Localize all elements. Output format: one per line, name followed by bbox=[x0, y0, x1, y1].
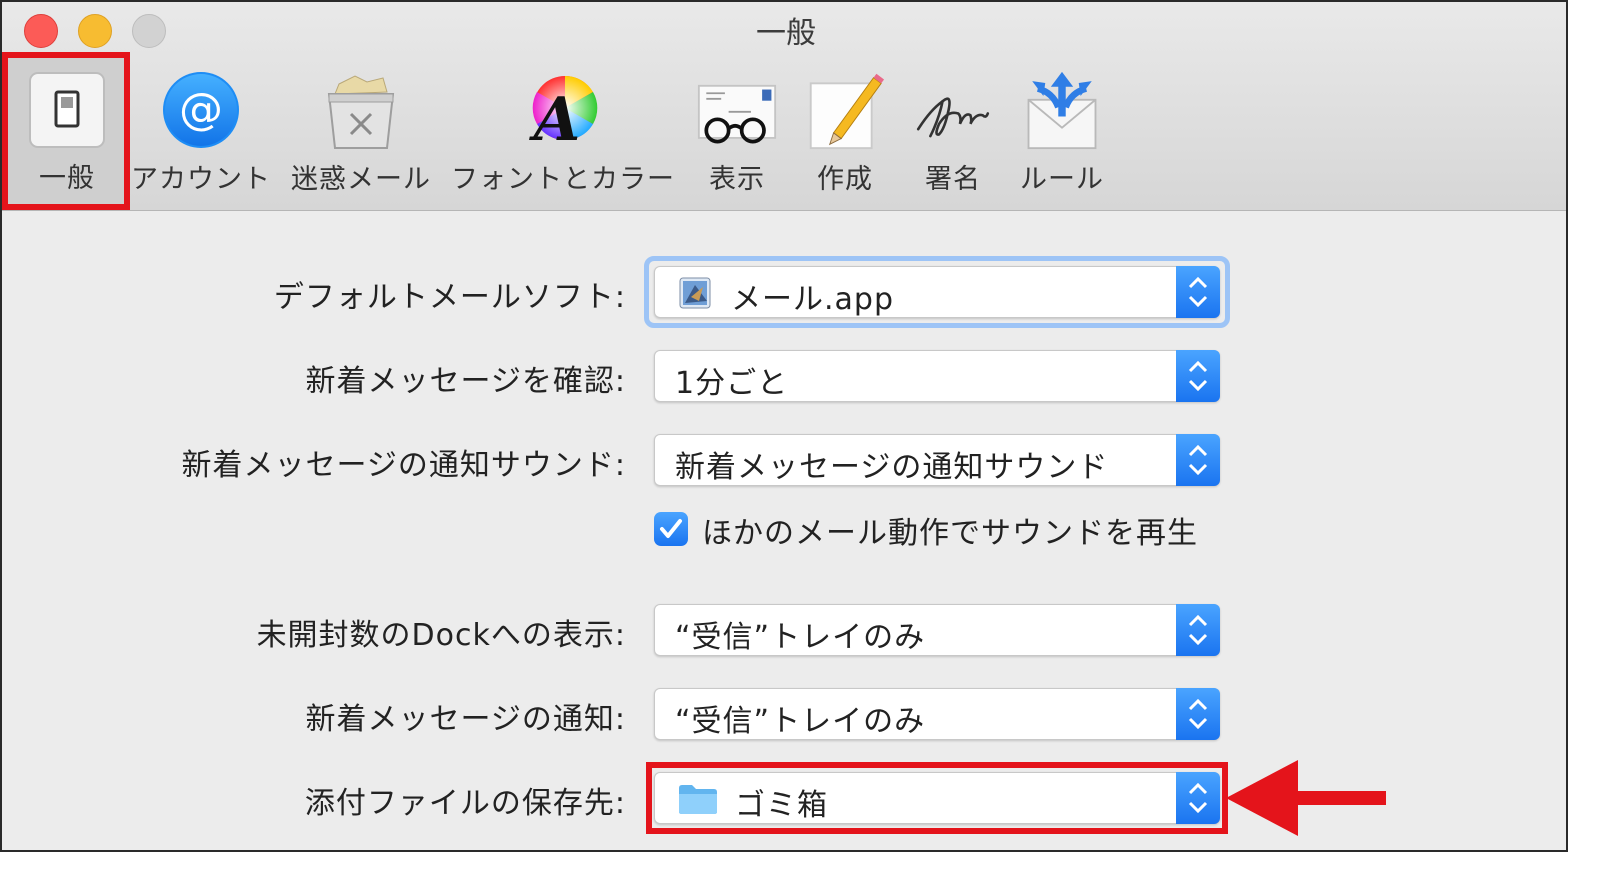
tab-junk-mail[interactable]: 迷惑メール bbox=[288, 62, 434, 202]
notifications-popup[interactable]: “受信”トレイのみ bbox=[654, 688, 1220, 740]
sound-label: 新着メッセージの通知サウンド: bbox=[181, 448, 626, 483]
red-arrow-annotation bbox=[1226, 760, 1386, 836]
play-sounds-checkbox[interactable] bbox=[654, 512, 688, 546]
default-mail-value: メール.app bbox=[731, 282, 895, 317]
tab-junk-mail-label: 迷惑メール bbox=[291, 164, 431, 195]
tab-composing-label: 作成 bbox=[817, 164, 873, 195]
check-new-value: 1分ごと bbox=[675, 366, 789, 401]
tab-fonts-colors[interactable]: A フォントとカラー bbox=[450, 62, 676, 202]
popup-stepper bbox=[1176, 604, 1220, 656]
window-title: 一般 bbox=[756, 16, 816, 51]
tab-accounts-label: アカウント bbox=[131, 164, 271, 195]
chevron-updown-icon bbox=[1188, 276, 1208, 308]
signature-icon bbox=[916, 97, 990, 138]
chevron-updown-icon bbox=[1188, 360, 1208, 392]
popup-stepper bbox=[1176, 350, 1220, 402]
dock-unread-popup[interactable]: “受信”トレイのみ bbox=[654, 604, 1220, 656]
tab-signatures[interactable]: 署名 bbox=[906, 62, 1000, 202]
tab-composing[interactable]: 作成 bbox=[798, 62, 892, 202]
highlight-box-downloads bbox=[646, 762, 1228, 834]
mail-preferences-window: 一般 一般 @ アカウント 迷惑メール A フォントとカラー 表示 作成 署名 … bbox=[0, 0, 1568, 852]
popup-stepper bbox=[1176, 266, 1220, 318]
popup-stepper bbox=[1176, 434, 1220, 486]
default-mail-label: デフォルトメールソフト: bbox=[273, 280, 626, 315]
downloads-label: 添付ファイルの保存先: bbox=[304, 786, 626, 821]
sound-value: 新着メッセージの通知サウンド bbox=[675, 450, 1109, 485]
tab-viewing[interactable]: 表示 bbox=[688, 62, 786, 202]
rules-envelope-icon bbox=[1027, 71, 1097, 150]
preferences-toolbar: 一般 一般 @ アカウント 迷惑メール A フォントとカラー 表示 作成 署名 … bbox=[2, 2, 1566, 211]
tab-fonts-colors-label: フォントとカラー bbox=[451, 164, 675, 195]
chevron-updown-icon bbox=[1188, 698, 1208, 730]
notifications-value: “受信”トレイのみ bbox=[675, 704, 926, 739]
pencil-paper-icon bbox=[809, 73, 885, 150]
font-color-icon: A bbox=[529, 75, 598, 150]
check-new-popup[interactable]: 1分ごと bbox=[654, 350, 1220, 402]
chevron-updown-icon bbox=[1188, 444, 1208, 476]
glasses-envelope-icon bbox=[697, 84, 777, 144]
popup-stepper bbox=[1176, 688, 1220, 740]
svg-text:@: @ bbox=[179, 84, 223, 135]
tab-rules[interactable]: ルール bbox=[1014, 62, 1110, 202]
checkmark-icon bbox=[660, 519, 682, 538]
sound-popup[interactable]: 新着メッセージの通知サウンド bbox=[654, 434, 1220, 486]
svg-text:A: A bbox=[529, 85, 581, 150]
chevron-updown-icon bbox=[1188, 614, 1208, 646]
tab-viewing-label: 表示 bbox=[709, 164, 765, 195]
highlight-box-general-tab bbox=[2, 52, 130, 210]
mail-app-icon bbox=[679, 277, 711, 309]
dock-unread-value: “受信”トレイのみ bbox=[675, 620, 926, 655]
tab-rules-label: ルール bbox=[1020, 164, 1104, 195]
tab-accounts[interactable]: @ アカウント bbox=[130, 62, 272, 202]
tab-signatures-label: 署名 bbox=[925, 164, 981, 195]
junk-trash-icon bbox=[327, 75, 395, 149]
default-mail-popup[interactable]: メール.app bbox=[654, 266, 1220, 318]
notifications-label: 新着メッセージの通知: bbox=[305, 702, 626, 737]
dock-unread-label: 未開封数のDockへの表示: bbox=[256, 618, 626, 653]
at-sign-icon: @ bbox=[163, 72, 239, 148]
play-sounds-label: ほかのメール動作でサウンドを再生 bbox=[702, 516, 1198, 551]
check-new-label: 新着メッセージを確認: bbox=[305, 364, 626, 399]
